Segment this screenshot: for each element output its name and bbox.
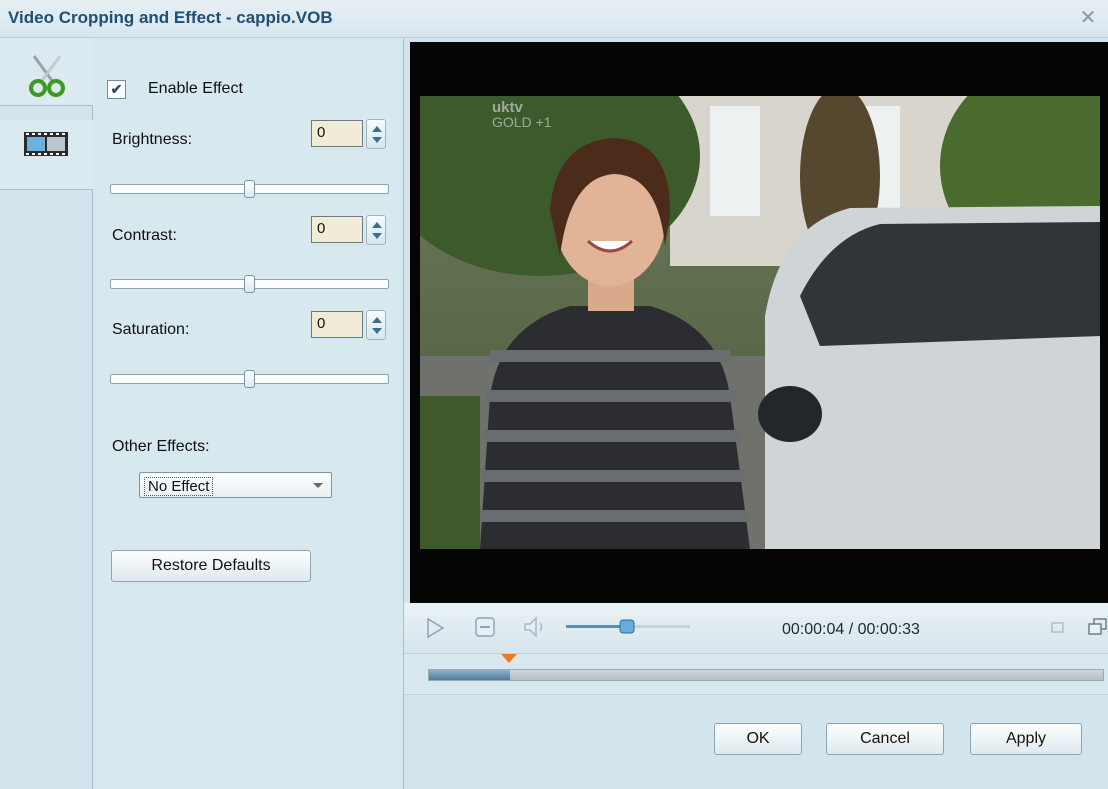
close-button[interactable]: ✕ xyxy=(1076,6,1100,30)
volume-icon[interactable] xyxy=(522,615,552,639)
brightness-label: Brightness: xyxy=(112,131,193,148)
dialog-buttons: OK Cancel Apply xyxy=(404,695,1108,789)
contrast-input[interactable]: 0 xyxy=(311,216,363,243)
channel-logo: uktv GOLD +1 xyxy=(492,100,552,130)
enable-effect-row: ✔ Enable Effect xyxy=(107,78,243,100)
player-controls: 00:00:04 / 00:00:33 xyxy=(404,603,1108,653)
restore-defaults-button[interactable]: Restore Defaults xyxy=(111,550,311,582)
apply-button[interactable]: Apply xyxy=(970,723,1082,755)
tab-strip xyxy=(0,38,93,789)
other-effects-select[interactable]: No Effect xyxy=(139,472,332,498)
contrast-slider-thumb[interactable] xyxy=(244,275,255,293)
position-marker-icon[interactable] xyxy=(501,654,517,663)
contrast-slider[interactable] xyxy=(110,275,389,293)
ok-button[interactable]: OK xyxy=(714,723,802,755)
saturation-slider-thumb[interactable] xyxy=(244,370,255,388)
tab-effect[interactable] xyxy=(0,120,93,190)
tab-crop[interactable] xyxy=(0,38,93,106)
contrast-label: Contrast: xyxy=(112,227,177,244)
video-preview: uktv GOLD +1 xyxy=(410,42,1108,603)
video-still-image xyxy=(420,96,1100,549)
spin-up-icon xyxy=(372,317,382,323)
other-effects-value: No Effect xyxy=(144,477,214,496)
volume-slider[interactable] xyxy=(564,617,694,637)
spin-down-icon xyxy=(372,137,382,143)
saturation-label: Saturation: xyxy=(112,321,190,338)
stop-icon[interactable] xyxy=(474,616,496,638)
brightness-spinner[interactable] xyxy=(366,119,386,149)
timeline[interactable] xyxy=(404,653,1108,695)
channel-logo-main: uktv xyxy=(492,99,523,116)
spin-down-icon xyxy=(372,328,382,334)
channel-logo-sub: GOLD +1 xyxy=(492,114,552,130)
saturation-slider[interactable] xyxy=(110,370,389,388)
brightness-slider[interactable] xyxy=(110,180,389,198)
chevron-down-icon xyxy=(313,483,323,488)
contrast-spinner[interactable] xyxy=(366,215,386,245)
timecode: 00:00:04 / 00:00:33 xyxy=(782,621,920,638)
play-icon[interactable] xyxy=(424,617,446,639)
spin-up-icon xyxy=(372,222,382,228)
brightness-slider-thumb[interactable] xyxy=(244,180,255,198)
saturation-input[interactable]: 0 xyxy=(311,311,363,338)
video-frame: uktv GOLD +1 xyxy=(420,96,1100,549)
enable-effect-checkbox[interactable]: ✔ xyxy=(107,79,126,99)
window-icon[interactable] xyxy=(1050,620,1066,636)
cancel-button[interactable]: Cancel xyxy=(826,723,944,755)
window-title: Video Cropping and Effect - cappio.VOB xyxy=(8,8,333,27)
filmstrip-icon xyxy=(24,132,68,156)
fullscreen-icon[interactable] xyxy=(1086,617,1108,637)
spin-up-icon xyxy=(372,126,382,132)
title-bar: Video Cropping and Effect - cappio.VOB ✕ xyxy=(0,0,1108,38)
saturation-spinner[interactable] xyxy=(366,310,386,340)
timeline-progress xyxy=(429,670,510,680)
brightness-input[interactable]: 0 xyxy=(311,120,363,147)
spin-down-icon xyxy=(372,233,382,239)
enable-effect-label: Enable Effect xyxy=(148,80,243,97)
timeline-track[interactable] xyxy=(428,669,1104,681)
effect-settings-panel: ✔ Enable Effect Brightness: 0 Contrast: … xyxy=(93,38,404,789)
other-effects-label: Other Effects: xyxy=(112,438,210,455)
scissors-icon xyxy=(29,55,65,97)
